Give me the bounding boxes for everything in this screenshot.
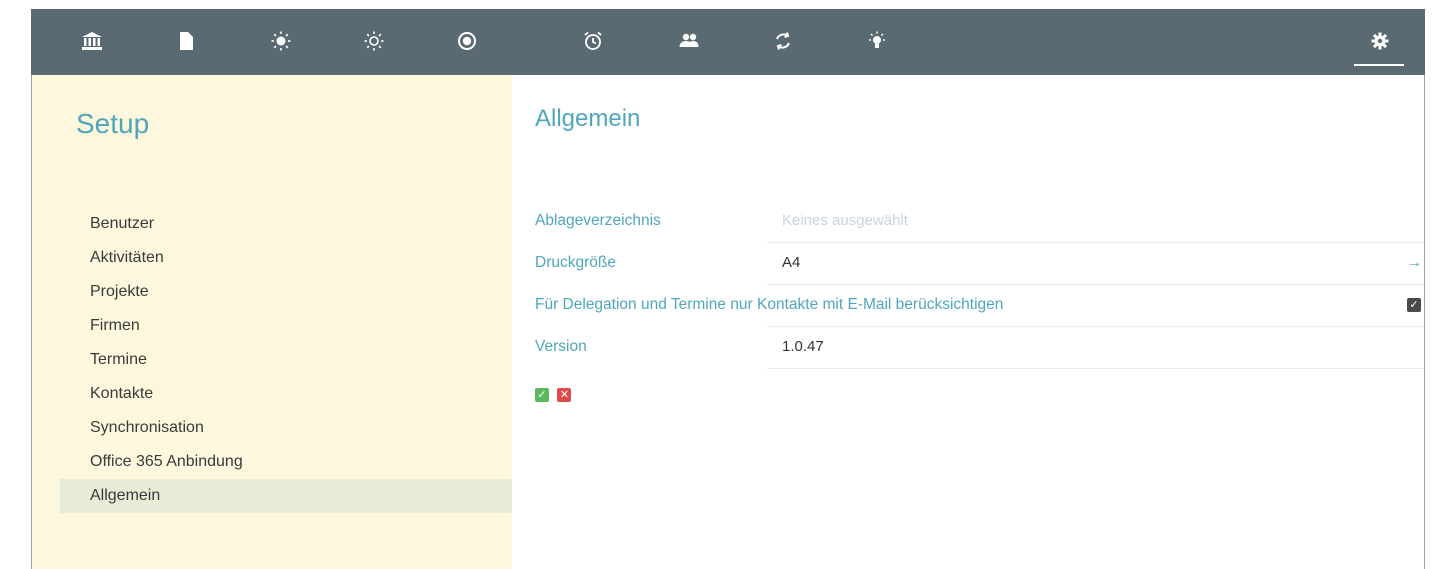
sidebar-item-aktivitaeten[interactable]: Aktivitäten <box>60 241 512 275</box>
settings-form: Ablageverzeichnis Keines ausgewählt Druc… <box>535 200 1424 369</box>
sidebar-item-kontakte[interactable]: Kontakte <box>60 377 512 411</box>
sidebar-title: Setup <box>76 108 150 139</box>
ablageverzeichnis-placeholder[interactable]: Keines ausgewählt <box>782 200 908 242</box>
sidebar-item-projekte[interactable]: Projekte <box>60 275 512 309</box>
bank-icon[interactable] <box>77 26 107 56</box>
sidebar-item-termine[interactable]: Termine <box>60 343 512 377</box>
sidebar-item-benutzer[interactable]: Benutzer <box>60 207 512 241</box>
setting-row-version: Version 1.0.47 <box>535 326 1424 369</box>
setting-label: Ablageverzeichnis <box>535 212 661 229</box>
delegation-field <box>767 284 1424 327</box>
sidebar-item-synchronisation[interactable]: Synchronisation <box>60 411 512 445</box>
users-icon[interactable] <box>674 26 704 56</box>
setting-label: Version <box>535 338 587 355</box>
sun-icon[interactable] <box>266 26 296 56</box>
sidebar-item-office365[interactable]: Office 365 Anbindung <box>60 445 512 479</box>
top-navigation-bar <box>31 9 1425 75</box>
setting-label: Druckgröße <box>535 254 616 271</box>
confirm-check-icon[interactable]: ✓ <box>535 388 549 402</box>
gear-icon[interactable] <box>1365 26 1395 56</box>
sync-icon[interactable] <box>768 26 798 56</box>
lightbulb-icon[interactable] <box>862 26 892 56</box>
page-title: Allgemein <box>535 105 641 132</box>
main-content: Allgemein Ablageverzeichnis Keines ausge… <box>512 75 1424 569</box>
sidebar-item-allgemein[interactable]: Allgemein <box>60 479 512 513</box>
alarm-clock-icon[interactable] <box>578 26 608 56</box>
setup-sidebar: Setup Benutzer Aktivitäten Projekte Firm… <box>32 75 512 569</box>
druckgroesse-value[interactable]: A4 <box>782 242 800 284</box>
record-icon[interactable] <box>452 26 482 56</box>
active-tab-indicator <box>1354 64 1404 66</box>
arrow-right-icon[interactable]: → <box>1406 242 1422 284</box>
version-value: 1.0.47 <box>782 338 824 355</box>
druckgroesse-field[interactable] <box>767 242 1424 285</box>
setting-row-druckgroesse: Druckgröße A4 → <box>535 242 1424 285</box>
setup-menu: Benutzer Aktivitäten Projekte Firmen Ter… <box>60 207 512 513</box>
form-actions: ✓ ✕ <box>535 385 575 403</box>
delegation-checkbox[interactable]: ✓ <box>1407 298 1421 312</box>
sun-outline-icon[interactable] <box>359 26 389 56</box>
setting-row-delegation: Für Delegation und Termine nur Kontakte … <box>535 284 1424 327</box>
version-field <box>767 326 1424 369</box>
cancel-x-icon[interactable]: ✕ <box>557 388 572 402</box>
setting-row-ablageverzeichnis: Ablageverzeichnis Keines ausgewählt <box>535 200 1424 243</box>
app-frame: Setup Benutzer Aktivitäten Projekte Firm… <box>31 9 1425 569</box>
sidebar-item-firmen[interactable]: Firmen <box>60 309 512 343</box>
document-icon[interactable] <box>171 26 201 56</box>
